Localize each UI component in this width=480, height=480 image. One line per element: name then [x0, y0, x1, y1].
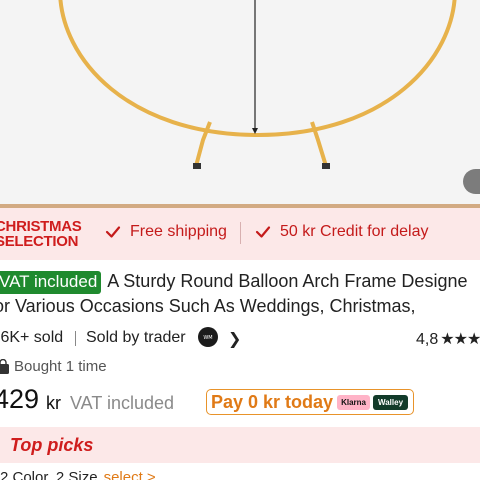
- pay-later-button[interactable]: Pay 0 kr today Klarna Walley: [206, 389, 414, 415]
- sold-count: ,6K+ sold: [0, 329, 64, 346]
- product-title-line-1: VAT included A Sturdy Round Balloon Arch …: [0, 271, 467, 294]
- banner-divider: [240, 222, 241, 244]
- perk-free-shipping: Free shipping: [104, 223, 227, 241]
- product-image[interactable]: [0, 0, 480, 205]
- seller-logo-icon[interactable]: WM: [198, 327, 218, 347]
- shopping-bag-icon: [0, 358, 9, 374]
- pay-later-label: Pay 0 kr today: [211, 391, 334, 412]
- banner-title: CHRISTMAS SELECTION: [0, 218, 82, 250]
- product-title-line-2: or Various Occasions Such As Weddings, C…: [0, 296, 416, 316]
- variant-summary: 2 Color, 2 Size: [0, 469, 98, 480]
- klarna-logo-icon: Klarna: [337, 394, 370, 410]
- chevron-right-icon[interactable]: ❯: [228, 329, 241, 349]
- christmas-selection-banner[interactable]: CHRISTMAS SELECTION Free shipping 50 kr …: [0, 208, 480, 260]
- variant-select-link[interactable]: select >: [104, 469, 156, 480]
- walley-logo-icon: Walley: [372, 394, 409, 410]
- perk-credit-for-delay: 50 kr Credit for delay: [254, 223, 429, 241]
- vat-included-badge: VAT included: [0, 271, 102, 294]
- top-picks-heading: Top picks: [10, 435, 94, 455]
- meta-divider: [75, 331, 76, 346]
- variant-selector-row[interactable]: 2 Color, 2 Size select >: [0, 469, 156, 480]
- price-row: 429 kr VAT included Pay 0 kr today Klarn…: [0, 384, 480, 418]
- price-currency: kr: [46, 393, 61, 413]
- checkmark-icon: [255, 226, 271, 238]
- star-rating-icon: ★★★: [440, 331, 480, 348]
- svg-text:WM: WM: [203, 335, 212, 341]
- product-rating[interactable]: 4,8 ★★★: [416, 329, 480, 349]
- bought-count-row: Bought 1 time: [0, 358, 107, 375]
- product-price: 429: [0, 384, 40, 414]
- checkmark-icon: [105, 226, 121, 238]
- top-picks-section: Top picks: [0, 427, 480, 463]
- balloon-arch-frame-image: [58, 0, 457, 169]
- seller-link[interactable]: Sold by trader: [86, 329, 186, 347]
- product-meta-row: ,6K+ sold Sold by trader WM ❯ 4,8 ★★★: [0, 327, 480, 349]
- price-vat-note: VAT included: [70, 393, 175, 413]
